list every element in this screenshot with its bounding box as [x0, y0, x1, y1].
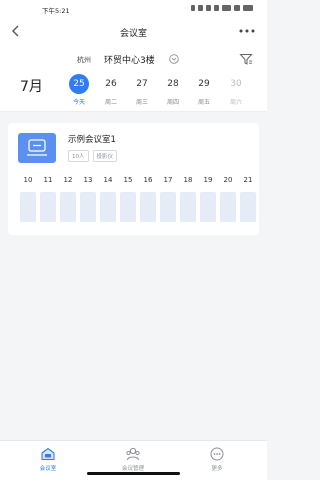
chevron-down-icon[interactable]	[169, 54, 179, 64]
location-selector[interactable]: 杭州 环贸中心3楼	[0, 46, 267, 70]
day-number: 30	[230, 79, 242, 89]
time-slot[interactable]	[100, 192, 116, 222]
day-label: 周四	[166, 99, 179, 106]
day-label: 周五	[197, 99, 210, 106]
day-item[interactable]: 26 周二	[96, 74, 126, 106]
room-name: 示例会议室1	[68, 135, 116, 145]
home-indicator	[87, 472, 180, 475]
meeting-room-icon	[41, 447, 55, 461]
hour-label: 11	[43, 176, 53, 184]
filter-icon[interactable]	[239, 52, 253, 66]
vibrate-icon	[206, 5, 211, 11]
more-circle-icon	[210, 447, 224, 461]
hour-labels: 10 11 12 13 14 15 16 17 18 19 20 21	[18, 176, 253, 186]
time-slot[interactable]	[80, 192, 96, 222]
hour-label: 18	[183, 176, 193, 184]
time-slot[interactable]	[40, 192, 56, 222]
signal-icon	[222, 5, 231, 11]
time-slot[interactable]	[120, 192, 136, 222]
day-label: 周六	[229, 99, 242, 106]
more-icon[interactable]	[237, 24, 257, 38]
nav-label: 更多	[211, 466, 223, 472]
hour-label: 12	[63, 176, 73, 184]
building-label: 环贸中心3楼	[104, 56, 155, 66]
nav-label: 会议管理	[121, 466, 144, 472]
room-tags: 10人 投影仪	[68, 150, 118, 162]
day-item[interactable]: 27 周三	[127, 74, 157, 106]
status-time: 下午5:21	[42, 7, 70, 15]
day-label: 周三	[135, 99, 148, 106]
time-slot[interactable]	[180, 192, 196, 222]
app-screen: 下午5:21 会议室 杭州 环贸中心3楼 7月 25 今天 26 周二 27 周…	[0, 0, 267, 480]
room-thumbnail	[18, 133, 56, 163]
time-slot-grid	[18, 192, 256, 222]
day-item[interactable]: 28 周四	[158, 74, 188, 106]
day-number: 26	[105, 79, 117, 89]
nav-item-more[interactable]: 更多	[192, 446, 242, 472]
day-number: 28	[167, 79, 179, 89]
day-number: 29	[198, 79, 210, 89]
city-label: 杭州	[77, 56, 91, 64]
hour-label: 15	[123, 176, 133, 184]
day-label: 周二	[104, 99, 117, 106]
people-icon	[126, 447, 140, 461]
hour-label: 13	[83, 176, 93, 184]
battery-icon	[243, 5, 253, 11]
room-card[interactable]: 示例会议室1 10人 投影仪 10 11 12 13 14 15 16 17 1…	[8, 123, 259, 235]
hour-label: 19	[203, 176, 213, 184]
date-selector: 7月 25 今天 26 周二 27 周三 28 周四 29 周五 30 周六	[0, 70, 267, 112]
header-bar: 会议室	[0, 18, 267, 46]
time-slot[interactable]	[240, 192, 256, 222]
nav-item-meeting-room[interactable]: 会议室	[23, 446, 73, 472]
hour-label: 10	[23, 176, 33, 184]
meeting-room-icon	[27, 139, 47, 156]
time-slot[interactable]	[140, 192, 156, 222]
status-bar: 下午5:21	[0, 0, 267, 18]
day-number: 27	[136, 79, 148, 89]
hour-label: 17	[163, 176, 173, 184]
hour-label: 14	[103, 176, 113, 184]
page-title: 会议室	[119, 29, 147, 39]
day-label: 今天	[72, 99, 85, 106]
status-icons	[191, 5, 253, 11]
time-slot[interactable]	[60, 192, 76, 222]
hour-label: 21	[243, 176, 253, 184]
hour-label: 16	[143, 176, 153, 184]
time-slot[interactable]	[220, 192, 236, 222]
day-item[interactable]: 30 周六	[221, 74, 251, 106]
capacity-tag: 10人	[68, 150, 89, 162]
day-number: 25	[69, 74, 89, 94]
alarm-icon	[198, 5, 203, 11]
bluetooth-icon	[191, 5, 195, 11]
time-slot[interactable]	[200, 192, 216, 222]
equipment-tag: 投影仪	[92, 150, 118, 162]
wifi-icon	[234, 5, 240, 11]
time-slot[interactable]	[160, 192, 176, 222]
time-slot[interactable]	[20, 192, 36, 222]
day-item-today[interactable]: 25 今天	[64, 74, 94, 106]
nav-label: 会议室	[39, 466, 57, 472]
hour-label: 20	[223, 176, 233, 184]
volume-icon	[214, 5, 219, 11]
month-label: 7月	[20, 79, 43, 95]
day-item[interactable]: 29 周五	[189, 74, 219, 106]
nav-item-meeting-management[interactable]: 会议管理	[108, 446, 158, 472]
